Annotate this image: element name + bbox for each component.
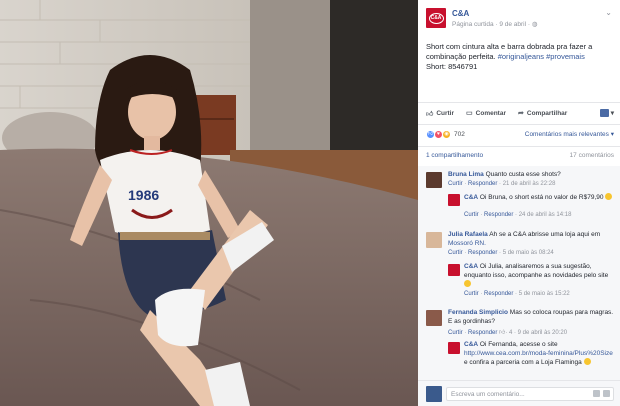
- post-meta-text: Página curtida · 9 de abril ·: [452, 21, 532, 28]
- comment-body: Oi Fernanda, acesse o site: [479, 341, 558, 348]
- comment-body: Ah se a C&A abrisse uma loja aqui em: [489, 231, 601, 238]
- comment-time[interactable]: · 5 de maio às 08:24: [499, 250, 554, 256]
- composer-icons: [593, 390, 610, 397]
- comment-time[interactable]: · 9 de abril às 20:20: [514, 330, 567, 336]
- comment-author[interactable]: Bruna Lima: [448, 171, 484, 178]
- share-icon: ➦: [518, 110, 524, 117]
- comment-text: Bruna Lima Quanto custa esse shots?: [448, 171, 614, 180]
- comment-time[interactable]: · 5 de maio às 15:22: [515, 291, 570, 297]
- avatar[interactable]: [448, 342, 460, 354]
- page-thumb-icon: [599, 109, 609, 117]
- camera-icon[interactable]: [593, 390, 600, 397]
- comment-like-link[interactable]: Curtir: [464, 212, 479, 218]
- comment-meta: Curtir · Responder · 5 de maio às 08:24: [448, 250, 554, 256]
- avatar[interactable]: [426, 386, 442, 402]
- sticker-icon[interactable]: [603, 390, 610, 397]
- comment-meta: Curtir · Responder · 24 de abril às 14:1…: [464, 212, 572, 218]
- comment-meta: Curtir · Responder · 21 de abril às 22:2…: [448, 181, 556, 187]
- post-panel: C&A C&A Página curtida · 9 de abril · ◍ …: [418, 0, 620, 406]
- comment-reply-link[interactable]: Responder: [484, 212, 513, 218]
- avatar[interactable]: [448, 264, 460, 276]
- comment-button[interactable]: ▭ Comentar: [466, 109, 506, 118]
- comment-time[interactable]: · 21 de abril às 22:28: [499, 181, 555, 187]
- comment-reply-link[interactable]: Responder: [484, 291, 513, 297]
- wow-reaction-icon[interactable]: ◉: [442, 129, 451, 139]
- comment-sort-dropdown[interactable]: Comentários mais relevantes ▾: [525, 130, 614, 138]
- comment-like-link[interactable]: Curtir: [448, 330, 463, 336]
- divider: [418, 124, 620, 125]
- comment-author[interactable]: C&A: [464, 194, 478, 201]
- post-photo[interactable]: 1986: [0, 0, 418, 406]
- counts-bar: 1 compartilhamento 17 comentários: [426, 152, 614, 162]
- comment-author[interactable]: Fernanda Simplicio: [448, 309, 508, 316]
- post-hashtags[interactable]: #originaljeans #provemais: [498, 52, 585, 61]
- comment-author[interactable]: C&A: [464, 263, 478, 270]
- comment-body: Oi Bruna, o short está no valor de R$79,…: [479, 194, 604, 201]
- chevron-down-icon[interactable]: ⌄: [605, 8, 612, 17]
- post-text: Short com cintura alta e barra dobrada p…: [426, 42, 616, 72]
- reaction-count[interactable]: 702: [454, 131, 465, 138]
- comment-reply-link[interactable]: Responder: [468, 181, 497, 187]
- comment-input[interactable]: Escreva um comentário...: [446, 387, 614, 401]
- comment-text: Fernanda Simplicio Mas so coloca roupas …: [448, 309, 614, 326]
- comment-composer: Escreva um comentário...: [418, 380, 620, 406]
- comment-icon: ▭: [466, 110, 473, 117]
- post-actions: 👍︎ Curtir ▭ Comentar ➦ Compartilhar ▾: [426, 106, 614, 120]
- comment-reply-link[interactable]: Responder: [468, 330, 497, 336]
- page-name[interactable]: C&A: [452, 9, 469, 18]
- comment-body-cont: e confira a parceria com a Loja Flaminga: [464, 359, 582, 366]
- comment-author[interactable]: C&A: [464, 341, 478, 348]
- comment-text: C&A Oi Bruna, o short está no valor de R…: [464, 193, 614, 203]
- avatar[interactable]: [448, 194, 460, 206]
- comment-body: Oi Julia, analisaremos a sua sugestão, e…: [464, 263, 609, 279]
- comment-like-link[interactable]: Curtir: [464, 291, 479, 297]
- comment-meta: Curtir · Responder 👍︎· 4 · 9 de abril às…: [448, 330, 568, 336]
- comment-body: Quanto custa esse shots?: [485, 171, 561, 178]
- comment-time[interactable]: · 24 de abril às 14:18: [515, 212, 571, 218]
- divider: [418, 146, 620, 147]
- comment-text: Julia Rafaela Ah se a C&A abrisse uma lo…: [448, 231, 614, 248]
- globe-icon: ◍: [531, 21, 538, 28]
- comment-link[interactable]: http://www.cea.com.br/moda-feminina/Plus…: [464, 350, 613, 357]
- share-label: Compartilhar: [526, 109, 568, 117]
- divider: [418, 102, 620, 103]
- comment-label: Comentar: [475, 109, 506, 117]
- avatar[interactable]: [426, 172, 442, 188]
- like-label: Curtir: [436, 109, 455, 117]
- comment-like-link[interactable]: Curtir: [448, 250, 463, 256]
- share-count[interactable]: 1 compartilhamento: [426, 152, 483, 162]
- comment-text: C&A Oi Fernanda, acesse o site http://ww…: [464, 341, 614, 368]
- comment-like-count[interactable]: · 4: [505, 330, 512, 336]
- comment-input-placeholder: Escreva um comentário...: [451, 391, 525, 398]
- comment-reply-link[interactable]: Responder: [468, 250, 497, 256]
- comments-list: Bruna Lima Quanto custa esse shots? Curt…: [418, 166, 620, 380]
- svg-text:1986: 1986: [128, 187, 159, 203]
- share-button[interactable]: ➦ Compartilhar: [518, 109, 568, 118]
- photo-illustration: 1986: [0, 0, 418, 406]
- smile-emoji-icon: [464, 280, 471, 287]
- comment-author[interactable]: Julia Rafaela: [448, 231, 488, 238]
- reaction-as-selector[interactable]: ▾: [599, 109, 614, 117]
- reactions-bar: 👍︎ ♥ ◉ 702 Comentários mais relevantes ▾: [426, 128, 614, 140]
- comment-count[interactable]: 17 comentários: [570, 152, 614, 162]
- post-header: C&A C&A Página curtida · 9 de abril · ◍ …: [426, 8, 614, 34]
- avatar[interactable]: [426, 232, 442, 248]
- comment-meta: Curtir · Responder · 5 de maio às 15:22: [464, 291, 570, 297]
- post-meta: Página curtida · 9 de abril · ◍: [452, 20, 538, 28]
- smile-emoji-icon: [605, 193, 613, 200]
- logo-text: C&A: [428, 12, 444, 24]
- post-product: Short: 8546791: [426, 62, 478, 71]
- smile-emoji-icon: [583, 358, 591, 365]
- mention-link[interactable]: Mossoró RN.: [448, 240, 486, 247]
- comment-like-link[interactable]: Curtir: [448, 181, 463, 187]
- avatar[interactable]: [426, 310, 442, 326]
- thumbs-up-icon: 👍︎: [426, 110, 434, 118]
- like-button[interactable]: 👍︎ Curtir: [426, 109, 454, 118]
- comment-text: C&A Oi Julia, analisaremos a sua sugestã…: [464, 263, 614, 290]
- caret-icon: ▾: [610, 110, 614, 117]
- page-avatar[interactable]: C&A: [426, 8, 446, 28]
